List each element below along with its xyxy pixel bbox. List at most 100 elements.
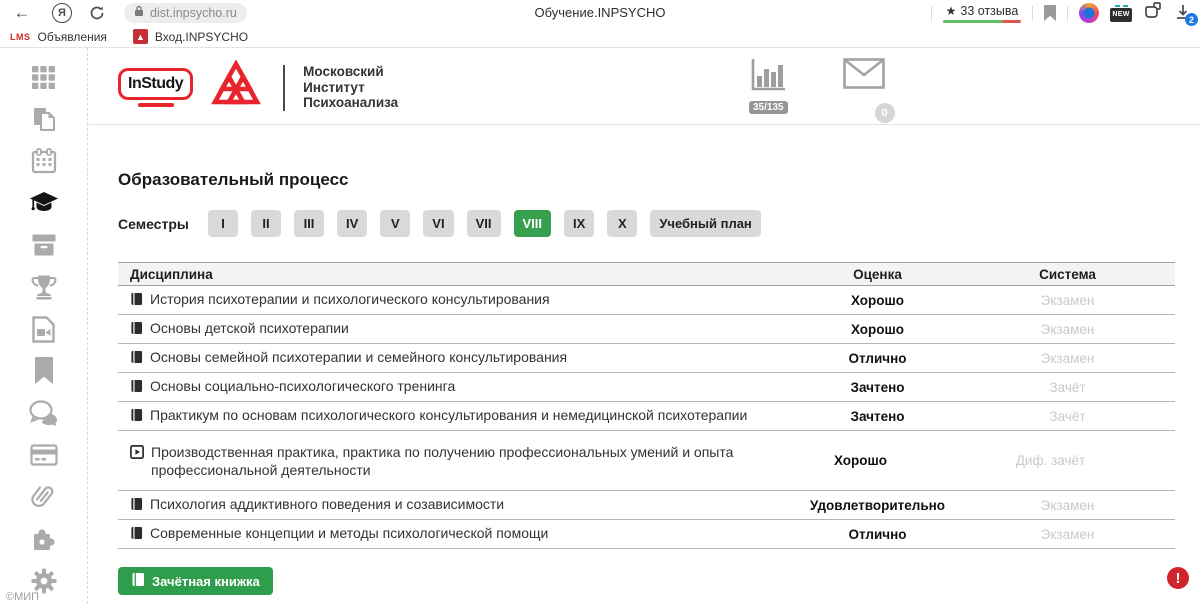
divider	[931, 6, 932, 21]
sidebar-item-calendar[interactable]	[29, 150, 59, 177]
grade-value: Отлично	[795, 351, 960, 366]
instudy-logo-text: InStudy	[128, 75, 183, 92]
semester-button-7[interactable]: VII	[467, 210, 501, 237]
semester-button-2[interactable]: II	[251, 210, 281, 237]
alert-icon[interactable]: !	[1167, 567, 1189, 589]
institute-triangle-logo[interactable]	[211, 60, 261, 115]
education-cap-icon	[29, 190, 59, 221]
system-value: Зачёт	[960, 380, 1175, 395]
tag-extension-icon[interactable]	[1143, 1, 1163, 25]
system-value: Экзамен	[960, 498, 1175, 513]
grade-value: Зачтено	[795, 409, 960, 424]
bookmark-flag-icon[interactable]	[1044, 5, 1056, 21]
sidebar-item-integrations[interactable]	[29, 528, 59, 555]
lms-icon: LMS	[10, 32, 31, 42]
bookmark-item-announcements[interactable]: LMS Объявления	[10, 30, 107, 44]
sidebar-item-apps[interactable]	[29, 66, 59, 93]
grade-value: Удовлетворительно	[795, 498, 960, 513]
table-row: Практикум по основам психологического ко…	[118, 402, 1175, 431]
col-system: Система	[960, 267, 1175, 282]
downloads-icon[interactable]: 2	[1174, 3, 1194, 23]
instudy-logo[interactable]: InStudy	[118, 68, 193, 107]
chat-icon	[29, 400, 59, 431]
mip-favicon: ▲	[133, 29, 148, 44]
bar-chart-icon	[749, 79, 787, 96]
discipline-link: Практикум по основам психологического ко…	[150, 406, 747, 424]
video-file-icon	[31, 316, 56, 348]
book-icon	[130, 350, 143, 368]
table-row: История психотерапии и психологического …	[118, 286, 1175, 315]
institute-name: Московский Институт Психоанализа	[303, 64, 398, 111]
sidebar-item-video[interactable]	[29, 318, 59, 345]
disciplines-table: Дисциплина Оценка Система История психот…	[118, 262, 1175, 549]
sidebar-item-archive[interactable]	[29, 234, 59, 261]
semester-button-8-active[interactable]: VIII	[514, 210, 552, 237]
left-sidebar: ©МИП	[0, 48, 88, 604]
discipline-link: Психология аддиктивного поведения и соза…	[150, 495, 504, 513]
semester-button-4[interactable]: IV	[337, 210, 367, 237]
system-value: Диф. зачёт	[943, 453, 1158, 468]
new-badge-extension-icon[interactable]: NEW	[1110, 5, 1132, 22]
copyright-label: ©МИП	[6, 591, 39, 603]
book-icon	[130, 526, 143, 544]
main-content: InStudy Московский Институт Психоанализа…	[89, 48, 1200, 604]
grade-value: Хорошо	[778, 453, 943, 468]
book-icon	[130, 497, 143, 515]
semesters-label: Семестры	[118, 216, 186, 232]
calendar-icon	[31, 148, 57, 179]
table-row: Психология аддиктивного поведения и соза…	[118, 491, 1175, 520]
discipline-link: Производственная практика, практика по п…	[151, 443, 778, 479]
documents-icon	[31, 106, 57, 137]
col-discipline: Дисциплина	[118, 267, 795, 282]
bookmark-icon	[33, 357, 55, 390]
attachment-icon	[31, 483, 57, 516]
browser-topbar: ← Я dist.inpsycho.ru Обучение.INPSYCHO ★…	[0, 0, 1200, 26]
sidebar-item-bookmarks[interactable]	[29, 360, 59, 387]
gradebook-button[interactable]: Зачётная книжка	[118, 567, 273, 595]
semester-button-3[interactable]: III	[294, 210, 324, 237]
table-row: Основы семейной психотерапии и семейного…	[118, 344, 1175, 373]
semester-button-6[interactable]: VI	[423, 210, 453, 237]
study-plan-button[interactable]: Учебный план	[650, 210, 760, 237]
bookmark-item-login[interactable]: ▲ Вход.INPSYCHO	[133, 29, 248, 44]
mail-stats[interactable]: 0	[843, 58, 885, 115]
progress-stats[interactable]: 35/135	[749, 58, 788, 115]
sidebar-item-education[interactable]	[29, 192, 59, 219]
semester-button-5[interactable]: V	[380, 210, 410, 237]
system-value: Экзамен	[960, 322, 1175, 337]
discipline-link: Основы социально-психологического тренин…	[150, 377, 455, 395]
semester-button-10[interactable]: X	[607, 210, 637, 237]
system-value: Экзамен	[960, 527, 1175, 542]
download-count-badge: 2	[1185, 13, 1198, 26]
system-value: Экзамен	[960, 351, 1175, 366]
table-row: Основы социально-психологического тренин…	[118, 373, 1175, 402]
grade-value: Хорошо	[795, 293, 960, 308]
table-header: Дисциплина Оценка Система	[118, 262, 1175, 286]
system-value: Экзамен	[960, 293, 1175, 308]
page-title: Образовательный процесс	[118, 170, 348, 190]
sidebar-item-attachments[interactable]	[29, 486, 59, 513]
sidebar-item-payments[interactable]	[29, 444, 59, 471]
archive-box-icon	[31, 233, 57, 262]
sidebar-item-messages[interactable]	[29, 402, 59, 429]
sidebar-item-trophy[interactable]	[29, 276, 59, 303]
play-icon	[130, 445, 144, 463]
sidebar-item-documents[interactable]	[29, 108, 59, 135]
book-icon	[130, 321, 143, 339]
discipline-link: Современные концепции и методы психологи…	[150, 524, 548, 542]
progress-badge: 35/135	[749, 101, 788, 114]
envelope-icon	[843, 76, 885, 93]
table-row: Производственная практика, практика по п…	[118, 431, 1175, 491]
system-value: Зачёт	[960, 409, 1175, 424]
mail-count-badge: 0	[875, 103, 895, 123]
reviews-rating[interactable]: ★ 33 отзыва	[943, 4, 1021, 23]
divider	[1032, 6, 1033, 21]
semester-button-9[interactable]: IX	[564, 210, 594, 237]
semester-button-1[interactable]: I	[208, 210, 238, 237]
reviews-count: 33 отзыва	[960, 4, 1018, 18]
book-icon	[130, 379, 143, 397]
book-icon	[131, 572, 145, 590]
grade-value: Зачтено	[795, 380, 960, 395]
discipline-link: История психотерапии и психологического …	[150, 290, 550, 308]
extension-color-circle-icon[interactable]	[1079, 3, 1099, 23]
